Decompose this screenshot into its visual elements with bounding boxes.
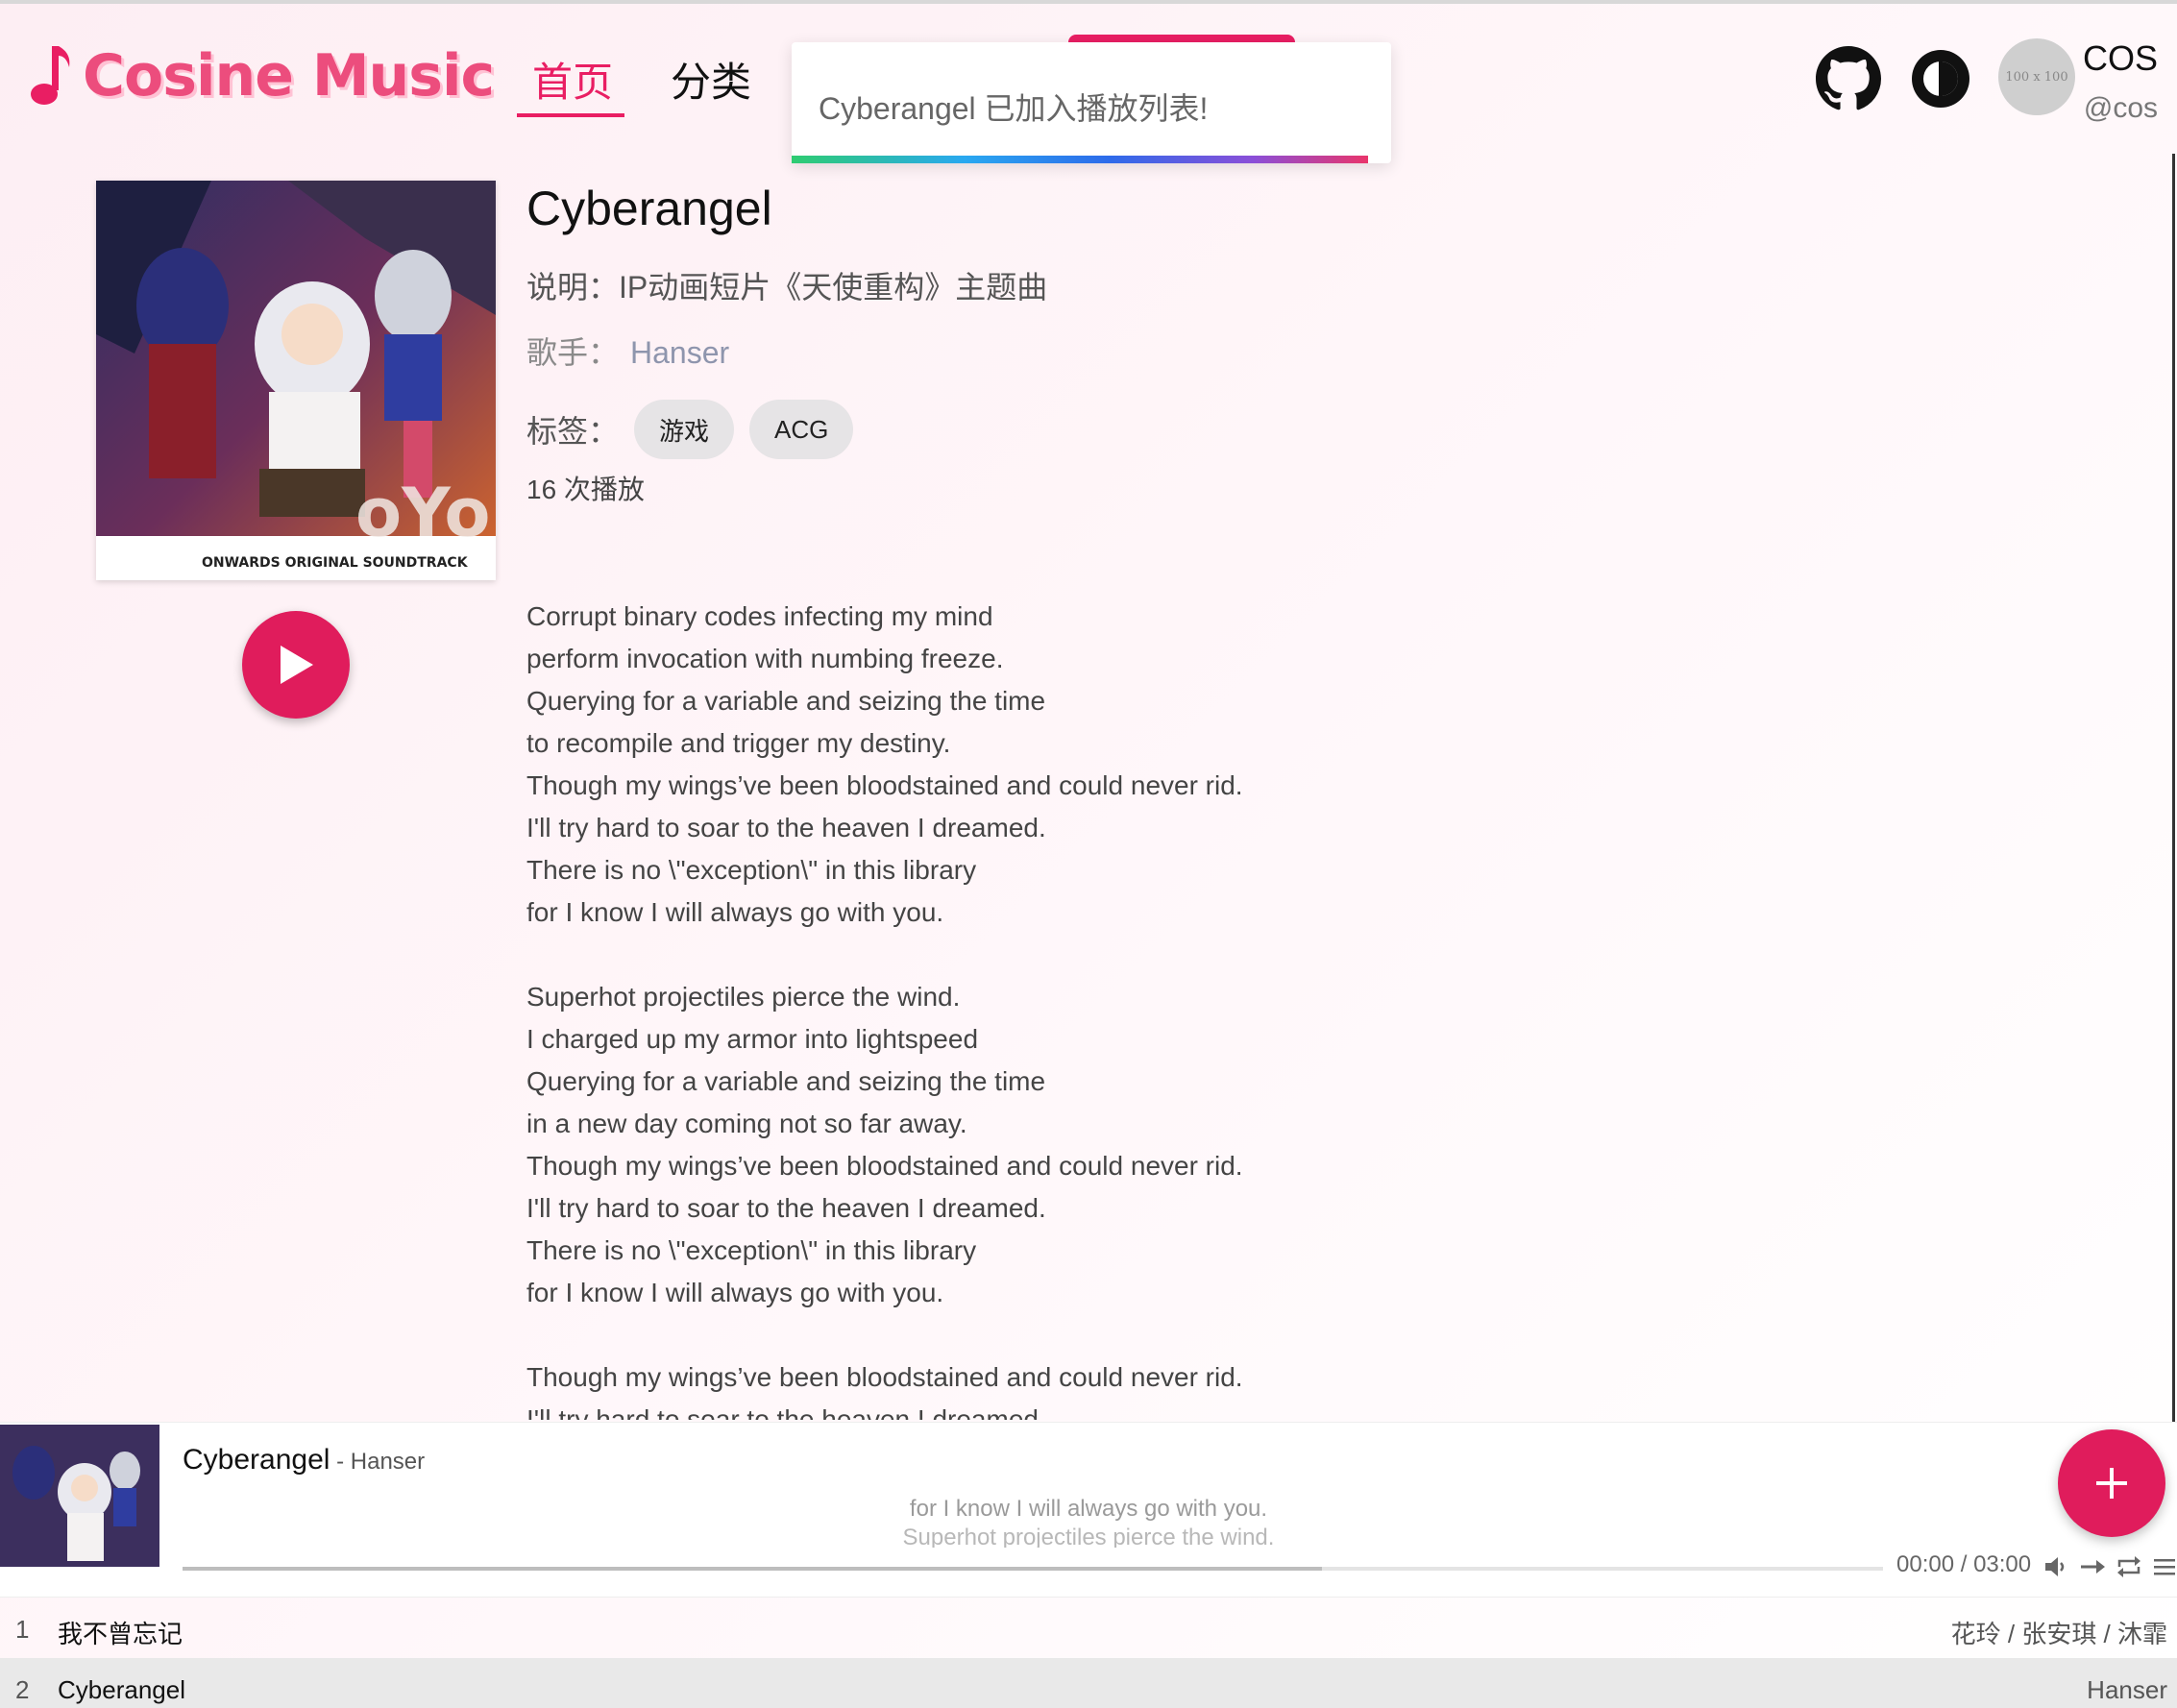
lyric-line: Though my wings’ve been bloodstained and… — [526, 1362, 1243, 1392]
logo[interactable]: Cosine Music — [27, 42, 495, 110]
order-icon[interactable] — [2079, 1553, 2106, 1580]
playlist-menu-icon[interactable] — [2152, 1553, 2175, 1580]
player-title: Cyberangel — [183, 1444, 330, 1476]
github-icon[interactable] — [1816, 46, 1881, 111]
lyric-line: I charged up my armor into lightspeed — [526, 1024, 979, 1054]
song-description: 说明：IP动画短片《天使重构》主题曲 — [526, 263, 1047, 307]
svg-text:oYo: oYo — [355, 474, 490, 552]
toast-notification: Cyberangel 已加入播放列表! — [792, 42, 1391, 163]
description-text: IP动画短片《天使重构》主题曲 — [619, 270, 1048, 305]
nav-tab-home[interactable]: 首页 — [532, 50, 613, 109]
cover-caption: ONWARDS ORIGINAL SOUNDTRACK — [202, 555, 469, 571]
lyric-line: Superhot projectiles pierce the wind. — [526, 982, 961, 1012]
player-next-lyric: Superhot projectiles pierce the wind. — [902, 1525, 1275, 1548]
lyric-line: in a new day coming not so far away. — [526, 1109, 967, 1138]
buffered-fill — [183, 1567, 1322, 1571]
lyric-line: Though my wings’ve been bloodstained and… — [526, 770, 1243, 800]
tags-label: 标签： — [526, 414, 620, 449]
song-singer: 歌手： Hanser — [526, 329, 729, 373]
lyric-line: I'll try hard to soar to the heaven I dr… — [526, 1193, 1046, 1223]
scrollbar[interactable] — [2172, 154, 2175, 1422]
toast-progress-bar — [792, 156, 1368, 163]
plus-icon — [2096, 1468, 2127, 1499]
play-icon — [281, 646, 313, 684]
play-count: 16 次播放 — [526, 475, 645, 504]
tag-chip[interactable]: 游戏 — [634, 400, 735, 459]
song-tags: 标签： 游戏 ACG — [526, 400, 854, 459]
lyric-line: I'll try hard to soar to the heaven I dr… — [526, 1404, 1046, 1420]
volume-icon[interactable] — [2042, 1553, 2069, 1580]
lyric-line: to recompile and trigger my destiny. — [526, 728, 951, 758]
lyric-line: perform invocation with numbing freeze. — [526, 644, 1004, 673]
player-current-lyric: for I know I will always go with you. — [909, 1496, 1268, 1522]
playlist-row[interactable]: 1 我不曾忘记 花玲 / 张安琪 / 沐霏 — [0, 1597, 2177, 1659]
toast-message: Cyberangel 已加入播放列表! — [819, 91, 1209, 126]
time-display: 00:00 / 03:00 — [1896, 1551, 2032, 1577]
lyric-line: for I know I will always go with you. — [526, 897, 944, 927]
lyric-line: Though my wings’ve been bloodstained and… — [526, 1151, 1243, 1181]
playlist-song-name: Cyberangel — [58, 1675, 185, 1704]
playlist-song-name: 我不曾忘记 — [58, 1620, 183, 1648]
play-button[interactable] — [242, 611, 350, 719]
lyrics-panel: Corrupt binary codes infecting my mind p… — [526, 596, 1391, 1420]
lyric-line — [526, 934, 1391, 976]
user-name[interactable]: COS — [2083, 38, 2158, 79]
lyric-line: I'll try hard to soar to the heaven I dr… — [526, 813, 1046, 842]
player-song-info: Cyberangel - Hanser — [183, 1444, 425, 1476]
lyric-line: There is no \"exception\" in this librar… — [526, 855, 977, 885]
lyric-line: Querying for a variable and seizing the … — [526, 1066, 1046, 1096]
window-top-border — [0, 0, 2177, 4]
lyric-line: Querying for a variable and seizing the … — [526, 686, 1046, 716]
user-handle: @cos — [2083, 92, 2158, 124]
lyric-line: There is no \"exception\" in this librar… — [526, 1235, 977, 1265]
singer-link[interactable]: Hanser — [630, 335, 729, 370]
lyric-line — [526, 1314, 1391, 1356]
playlist-index: 1 — [15, 1615, 30, 1644]
playlist-artist: 花玲 / 张安琪 / 沐霏 — [1950, 1620, 2167, 1648]
singer-label: 歌手： — [526, 335, 620, 370]
music-note-icon — [31, 46, 70, 105]
logo-text: Cosine Music — [83, 42, 495, 110]
tag-chip[interactable]: ACG — [749, 400, 854, 459]
playlist-index: 2 — [15, 1675, 30, 1704]
album-cover: ONWARDS ORIGINAL SOUNDTRACK oYo — [96, 181, 496, 580]
add-button[interactable] — [2058, 1429, 2165, 1537]
lyric-line: for I know I will always go with you. — [526, 1278, 944, 1307]
lyric-line: Corrupt binary codes infecting my mind — [526, 601, 993, 631]
song-title: Cyberangel — [526, 182, 772, 235]
playlist-artist: Hanser — [2087, 1675, 2167, 1704]
player-artist: - Hanser — [330, 1449, 426, 1475]
description-label: 说明： — [526, 270, 620, 305]
avatar[interactable]: 100 x 100 — [1998, 38, 2075, 115]
progress-bar[interactable] — [183, 1567, 1883, 1571]
repeat-icon[interactable] — [2116, 1553, 2142, 1580]
theme-toggle-icon[interactable] — [1910, 48, 1971, 110]
player-bar: Cyberangel - Hanser for I know I will al… — [0, 1422, 2177, 1598]
nav-tab-category[interactable]: 分类 — [671, 50, 751, 109]
nav-active-indicator — [517, 113, 624, 117]
playlist-row-current[interactable]: 2 Cyberangel Hanser — [0, 1658, 2177, 1708]
